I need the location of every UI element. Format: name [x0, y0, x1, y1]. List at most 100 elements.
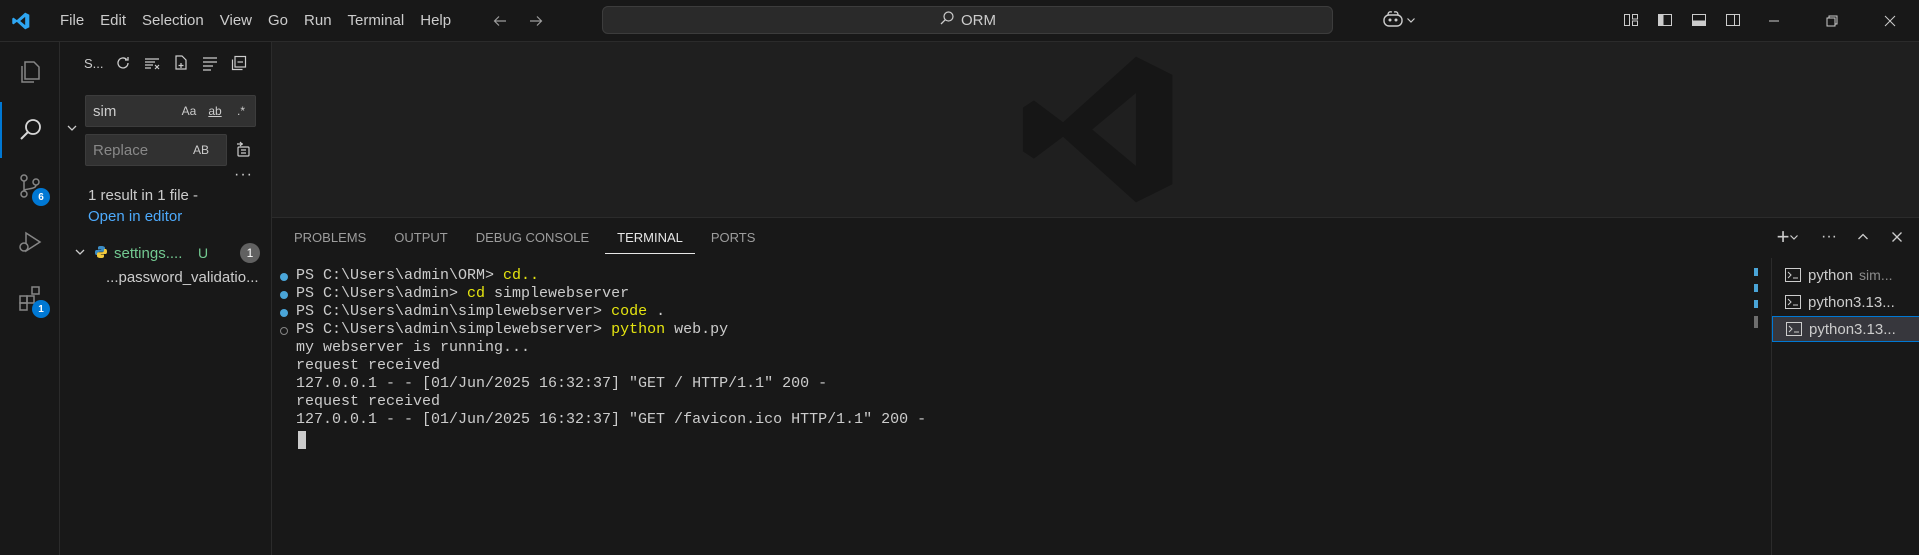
tab-ports[interactable]: PORTS: [699, 218, 768, 254]
search-input[interactable]: [93, 102, 173, 120]
python-file-icon: [94, 245, 108, 262]
result-summary: 1 result in 1 file -: [88, 187, 199, 204]
terminal-line: PS C:\Users\admin\ORM> cd..: [296, 267, 540, 284]
window-controls: [1745, 0, 1919, 42]
match-count-badge: 1: [240, 243, 260, 263]
terminal-icon: [1784, 267, 1802, 283]
terminal-tabs-list: python sim... python3.13... python3.13...: [1771, 258, 1919, 555]
panel-actions: + ···: [1771, 224, 1907, 249]
new-terminal-button[interactable]: +: [1771, 224, 1805, 249]
scroll-mark: [1754, 284, 1758, 292]
replace-all-icon[interactable]: [232, 139, 254, 161]
menu-selection[interactable]: Selection: [134, 0, 212, 42]
terminal-line: PS C:\Users\admin\simplewebserver> pytho…: [296, 321, 729, 338]
clear-results-icon[interactable]: [141, 52, 163, 74]
command-center-label: ORM: [961, 11, 996, 29]
refresh-icon[interactable]: [112, 52, 134, 74]
untracked-status: U: [198, 245, 209, 261]
extensions-icon[interactable]: 1: [0, 270, 60, 326]
vscode-watermark-icon: [1012, 42, 1187, 220]
forward-arrow-icon[interactable]: [525, 10, 547, 32]
terminal-output-line: 127.0.0.1 - - [01/Jun/2025 16:32:37] "GE…: [296, 375, 828, 392]
plus-icon: +: [1776, 224, 1790, 249]
sidebar-actions: [112, 52, 250, 74]
restore-icon[interactable]: [1803, 0, 1861, 42]
terminal-tab[interactable]: python3.13...: [1772, 289, 1919, 315]
tab-terminal[interactable]: TERMINAL: [605, 218, 695, 254]
run-debug-icon[interactable]: [0, 214, 60, 270]
preserve-case-toggle[interactable]: AB: [191, 143, 211, 157]
command-decoration-success[interactable]: [280, 273, 288, 281]
scroll-mark: [1754, 300, 1758, 308]
toggle-secondary-sidebar-icon[interactable]: [1722, 9, 1744, 31]
scroll-mark: [1754, 316, 1758, 328]
toggle-replace-chevron-icon[interactable]: [62, 118, 82, 138]
source-control-badge: 6: [32, 188, 50, 206]
terminal-tab[interactable]: python sim...: [1772, 262, 1919, 288]
command-decoration-success[interactable]: [280, 291, 288, 299]
new-search-editor-icon[interactable]: [170, 52, 192, 74]
title-bar: File Edit Selection View Go Run Terminal…: [0, 0, 1919, 42]
editor-area: [272, 42, 1919, 217]
search-sidebar: S... Aa ab .* AB ··· 1 result in 1 file …: [60, 42, 272, 555]
activity-bar: 6 1: [0, 42, 60, 555]
customize-layout-icon[interactable]: [1620, 9, 1642, 31]
match-case-toggle[interactable]: Aa: [179, 104, 199, 118]
tab-output[interactable]: OUTPUT: [382, 218, 459, 254]
terminal-icon: [1785, 321, 1803, 337]
search-icon: [939, 10, 955, 30]
copilot-icon: [1382, 9, 1404, 32]
back-arrow-icon[interactable]: [489, 10, 511, 32]
tab-debug-console[interactable]: DEBUG CONSOLE: [464, 218, 601, 254]
replace-input[interactable]: [93, 141, 173, 159]
menu-run[interactable]: Run: [296, 0, 340, 42]
toggle-panel-icon[interactable]: [1688, 9, 1710, 31]
command-decoration-success[interactable]: [280, 309, 288, 317]
chevron-down-icon: [1790, 235, 1799, 240]
panel-tabs: PROBLEMS OUTPUT DEBUG CONSOLE TERMINAL P…: [272, 218, 767, 258]
terminal-cursor: [298, 431, 306, 449]
menu-edit[interactable]: Edit: [92, 0, 134, 42]
minimize-icon[interactable]: [1745, 0, 1803, 42]
view-as-tree-icon[interactable]: [199, 52, 221, 74]
replace-input-box: AB: [85, 134, 227, 166]
collapse-all-icon[interactable]: [228, 52, 250, 74]
match-line[interactable]: ...password_validatio...: [106, 269, 268, 286]
menu-go[interactable]: Go: [260, 0, 296, 42]
terminal-output-line: request received: [296, 393, 441, 410]
menu-help[interactable]: Help: [412, 0, 459, 42]
terminal-output-line: 127.0.0.1 - - [01/Jun/2025 16:32:37] "GE…: [296, 411, 927, 428]
menu-file[interactable]: File: [52, 0, 92, 42]
toggle-primary-sidebar-icon[interactable]: [1654, 9, 1676, 31]
use-regex-toggle[interactable]: .*: [231, 104, 251, 118]
vscode-logo-icon: [10, 10, 32, 32]
search-view-icon[interactable]: [0, 102, 60, 158]
source-control-icon[interactable]: 6: [0, 158, 60, 214]
command-center-search[interactable]: ORM: [602, 6, 1333, 34]
menu-view[interactable]: View: [212, 0, 260, 42]
command-decoration-running[interactable]: [280, 327, 288, 335]
terminal-output-line: request received: [296, 357, 441, 374]
close-panel-icon[interactable]: [1887, 227, 1907, 247]
tab-problems[interactable]: PROBLEMS: [282, 218, 378, 254]
chevron-down-icon: [74, 246, 86, 261]
copilot-button[interactable]: [1382, 9, 1416, 32]
terminal-output-line: my webserver is running...: [296, 339, 531, 356]
bottom-panel: PROBLEMS OUTPUT DEBUG CONSOLE TERMINAL P…: [272, 217, 1919, 555]
scroll-mark: [1754, 268, 1758, 276]
open-in-editor-link[interactable]: Open in editor: [88, 208, 182, 225]
explorer-icon[interactable]: [0, 44, 60, 100]
menu-bar: File Edit Selection View Go Run Terminal…: [52, 0, 459, 42]
terminal-line: PS C:\Users\admin\simplewebserver> code …: [296, 303, 666, 320]
close-icon[interactable]: [1861, 0, 1919, 42]
navigation-arrows: [489, 10, 547, 32]
maximize-panel-icon[interactable]: [1853, 227, 1873, 247]
match-whole-word-toggle[interactable]: ab: [205, 104, 225, 118]
terminal-output[interactable]: PS C:\Users\admin\ORM> cd.. PS C:\Users\…: [272, 266, 1752, 551]
menu-terminal[interactable]: Terminal: [340, 0, 413, 42]
result-file-row[interactable]: settings.... U 1: [74, 241, 270, 265]
result-file-name: settings....: [114, 244, 183, 262]
toggle-search-details[interactable]: ···: [234, 166, 253, 184]
terminal-tab-active[interactable]: python3.13...: [1772, 316, 1919, 342]
more-actions-icon[interactable]: ···: [1819, 227, 1839, 247]
